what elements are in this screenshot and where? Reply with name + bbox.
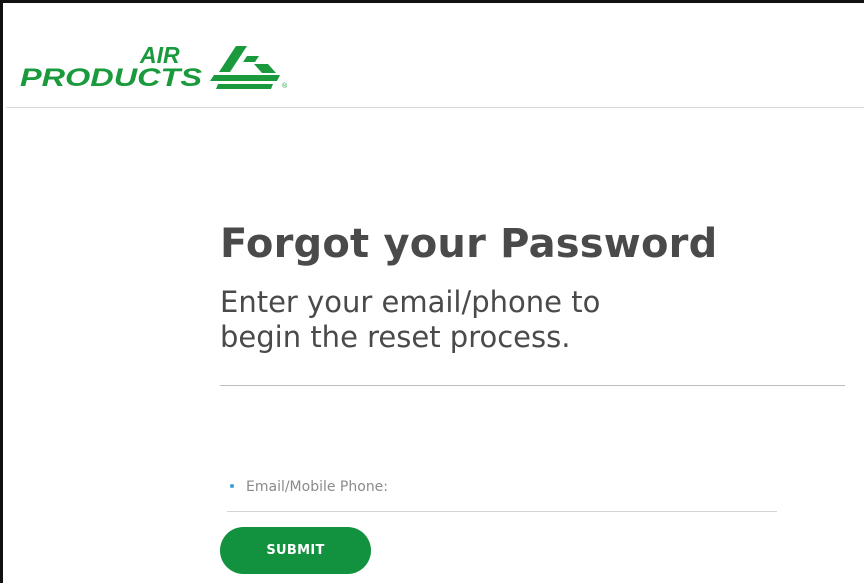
submit-button[interactable]: SUBMIT	[220, 527, 371, 574]
logo-text-products: PRODUCTS	[20, 64, 202, 92]
email-phone-field[interactable]: Email/Mobile Phone:	[227, 475, 777, 512]
page-subtitle: Enter your email/phone to begin the rese…	[220, 285, 845, 355]
logo-graphic: AIR PRODUCTS ®	[20, 44, 288, 92]
subtitle-line-1: Enter your email/phone to	[220, 285, 601, 319]
registered-mark: ®	[282, 82, 288, 90]
subtitle-line-2: begin the reset process.	[220, 320, 571, 354]
email-phone-input[interactable]	[246, 477, 766, 507]
logo-mark-icon	[210, 46, 280, 89]
section-divider	[220, 385, 845, 386]
page-frame: AIR PRODUCTS ® Forgot your Password Ente…	[0, 0, 864, 583]
page-title: Forgot your Password	[220, 221, 718, 267]
required-bullet-icon	[230, 484, 234, 488]
header: AIR PRODUCTS ®	[6, 6, 864, 108]
reset-panel: Forgot your Password Enter your email/ph…	[220, 218, 845, 355]
air-products-logo[interactable]: AIR PRODUCTS ®	[18, 44, 293, 94]
